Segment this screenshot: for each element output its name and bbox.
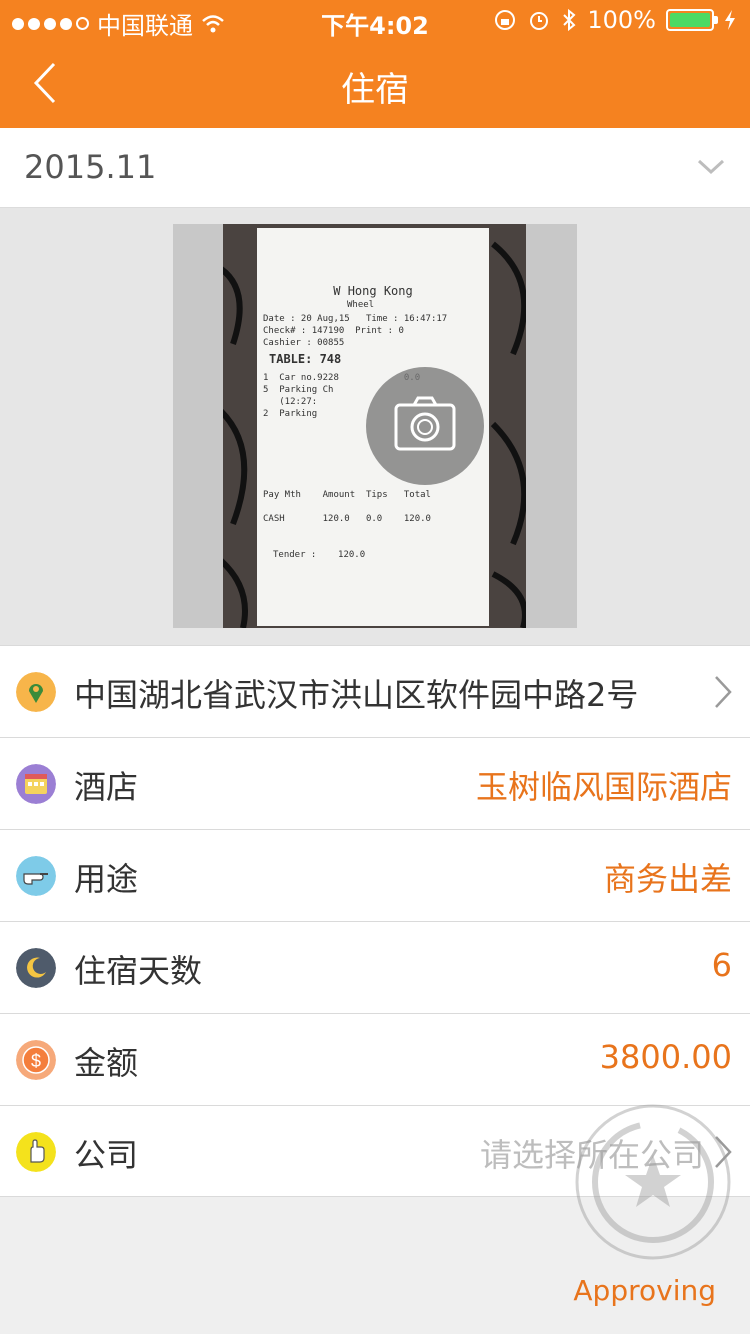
receipt-line: Check# : 147190 Print : 0 <box>263 326 404 336</box>
approval-stamp-icon <box>575 1104 731 1260</box>
camera-button[interactable] <box>366 367 484 485</box>
amount-label: 金额 <box>74 1044 139 1082</box>
page-title: 住宿 <box>341 70 409 110</box>
receipt-line: Tender : 120.0 <box>273 550 366 560</box>
approval-status: Approving <box>573 1274 716 1307</box>
location-pin-icon <box>16 672 56 712</box>
battery-percent: 100% <box>587 6 656 34</box>
moon-icon <box>16 948 56 988</box>
purpose-row[interactable]: 用途 商务出差 <box>0 829 750 921</box>
chevron-down-icon <box>697 159 725 175</box>
nights-row[interactable]: 住宿天数 6 <box>0 921 750 1013</box>
receipt-photo-frame: W Hong Kong Wheel Date : 20 Aug,15 Time … <box>173 224 577 628</box>
status-bar: 中国联通 下午4:02 100% <box>0 0 750 40</box>
receipt-line: (12:27: <box>263 397 318 407</box>
address-label: 中国湖北省武汉市洪山区软件园中路2号 <box>74 676 639 714</box>
dollar-coin-icon: $ <box>16 1040 56 1080</box>
charging-icon <box>725 10 735 30</box>
nights-label: 住宿天数 <box>74 952 203 990</box>
period-selector[interactable]: 2015.11 <box>0 128 750 208</box>
period-value: 2015.11 <box>24 148 157 186</box>
alarm-icon <box>530 12 549 30</box>
purpose-label: 用途 <box>74 860 139 898</box>
receipt-line: CASH 120.0 0.0 120.0 <box>263 514 431 524</box>
receipt-header: W Hong Kong <box>333 284 413 298</box>
rotation-lock-icon <box>495 10 516 30</box>
hotel-row[interactable]: 酒店 玉树临风国际酒店 <box>0 737 750 829</box>
nights-value: 6 <box>711 946 732 984</box>
receipt-line: Date : 20 Aug,15 Time : 16:47:17 <box>263 314 448 324</box>
receipt-line: Pay Mth Amount Tips Total <box>263 490 431 500</box>
status-right: 100% <box>493 6 736 34</box>
receipt-line: 2 Parking <box>263 409 318 419</box>
amount-row[interactable]: $ 金额 3800.00 <box>0 1013 750 1105</box>
purpose-value: 商务出差 <box>603 860 732 898</box>
battery-icon <box>666 9 718 31</box>
address-row[interactable]: 中国湖北省武汉市洪山区软件园中路2号 <box>0 645 750 737</box>
receipt-photo-area: W Hong Kong Wheel Date : 20 Aug,15 Time … <box>0 208 750 645</box>
receipt-line: 5 Parking Ch <box>263 385 334 395</box>
receipt-line: Wheel <box>347 300 375 310</box>
hotel-icon <box>16 764 56 804</box>
hotel-value: 玉树临风国际酒店 <box>475 768 732 806</box>
pointing-hand-icon <box>16 856 56 896</box>
hand-icon <box>16 1132 56 1172</box>
company-label: 公司 <box>74 1136 139 1174</box>
amount-value: 3800.00 <box>599 1038 732 1076</box>
bluetooth-icon <box>563 8 576 32</box>
camera-icon <box>394 396 456 451</box>
chevron-right-icon <box>715 676 732 708</box>
svg-text:$: $ <box>31 1051 41 1071</box>
receipt-photo[interactable]: W Hong Kong Wheel Date : 20 Aug,15 Time … <box>223 224 526 628</box>
receipt-line: Cashier : 00855 <box>263 338 345 348</box>
receipt-line: TABLE: 748 <box>269 352 342 366</box>
hotel-label: 酒店 <box>74 768 139 806</box>
navigation-bar: 住宿 <box>0 40 750 128</box>
